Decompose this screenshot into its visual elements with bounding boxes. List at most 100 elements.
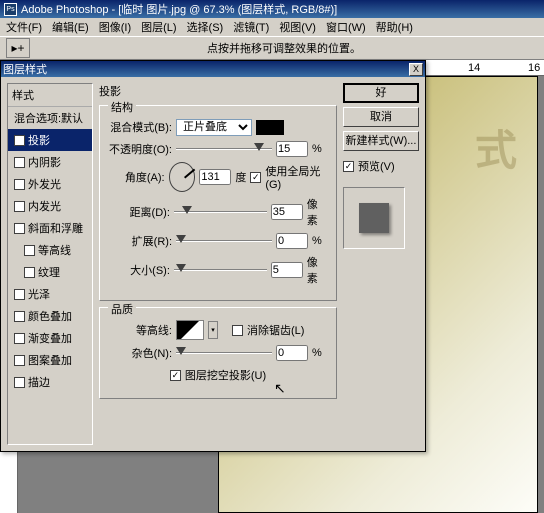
preview-shadow (359, 203, 389, 233)
size-unit: 像素 (307, 254, 328, 286)
global-light-check[interactable]: ✓ (250, 172, 261, 183)
blendmode-label: 混合模式(B): (108, 119, 172, 135)
checkbox[interactable] (14, 333, 25, 344)
ruler-tick: 16 (528, 62, 540, 74)
app-titlebar: Ps Adobe Photoshop - [临时 图片.jpg @ 67.3% … (0, 0, 544, 18)
checkbox[interactable] (14, 377, 25, 388)
angle-dial[interactable] (169, 162, 196, 192)
antialias-label: 消除锯齿(L) (247, 322, 304, 338)
menu-layer[interactable]: 图层(L) (137, 18, 180, 36)
pattern-overlay-item[interactable]: 图案叠加 (8, 349, 92, 371)
menu-window[interactable]: 窗口(W) (322, 18, 370, 36)
spread-unit: % (312, 235, 322, 247)
preview-box (343, 187, 405, 249)
checkbox[interactable] (14, 311, 25, 322)
settings-panel: 投影 结构 混合模式(B): 正片叠底 不透明度(O): % (99, 83, 337, 445)
checkbox[interactable] (24, 245, 35, 256)
knockout-label: 图层挖空投影(U) (185, 367, 266, 383)
menu-edit[interactable]: 编辑(E) (48, 18, 93, 36)
size-label: 大小(S): (108, 262, 170, 278)
menubar: 文件(F) 编辑(E) 图像(I) 图层(L) 选择(S) 滤镜(T) 视图(V… (0, 18, 544, 36)
app-title: Adobe Photoshop - [临时 图片.jpg @ 67.3% (图层… (21, 1, 337, 17)
menu-file[interactable]: 文件(F) (2, 18, 46, 36)
layer-style-dialog: 图层样式 X 样式 混合选项:默认 ✓投影 内阴影 外发光 内发光 斜面和浮雕 … (0, 60, 426, 452)
contour-item[interactable]: 等高线 (8, 239, 92, 261)
drop-shadow-check[interactable]: ✓ (14, 135, 25, 146)
noise-label: 杂色(N): (108, 345, 172, 361)
antialias-check[interactable] (232, 325, 243, 336)
contour-dropdown-icon[interactable]: ▾ (208, 321, 218, 339)
dialog-buttons: 好 取消 新建样式(W)... ✓ 预览(V) (343, 83, 419, 445)
size-input[interactable] (271, 262, 303, 278)
styles-header[interactable]: 样式 (8, 84, 92, 107)
move-tool-icon[interactable]: ▸+ (6, 38, 30, 58)
noise-slider[interactable] (176, 346, 272, 360)
angle-unit: 度 (235, 169, 246, 185)
checkbox[interactable] (14, 201, 25, 212)
checkbox[interactable] (24, 267, 35, 278)
quality-label: 品质 (108, 301, 136, 317)
spread-input[interactable] (276, 233, 308, 249)
checkbox[interactable] (14, 289, 25, 300)
opacity-unit: % (312, 143, 322, 155)
menu-view[interactable]: 视图(V) (275, 18, 320, 36)
spread-slider[interactable] (176, 234, 272, 248)
options-bar: ▸+ 点按并拖移可调整效果的位置。 (0, 36, 544, 60)
gradient-overlay-item[interactable]: 渐变叠加 (8, 327, 92, 349)
contour-swatch[interactable] (176, 320, 204, 340)
inner-shadow-item[interactable]: 内阴影 (8, 151, 92, 173)
texture-item[interactable]: 纹理 (8, 261, 92, 283)
blendmode-select[interactable]: 正片叠底 (176, 119, 252, 136)
distance-input[interactable] (271, 204, 303, 220)
structure-label: 结构 (108, 99, 136, 115)
styles-list: 样式 混合选项:默认 ✓投影 内阴影 外发光 内发光 斜面和浮雕 等高线 纹理 … (7, 83, 93, 445)
checkbox[interactable] (14, 179, 25, 190)
size-slider[interactable] (174, 263, 267, 277)
menu-help[interactable]: 帮助(H) (372, 18, 417, 36)
distance-slider[interactable] (174, 205, 267, 219)
distance-unit: 像素 (307, 196, 328, 228)
checkbox[interactable] (14, 157, 25, 168)
opacity-slider[interactable] (176, 142, 272, 156)
inner-glow-item[interactable]: 内发光 (8, 195, 92, 217)
color-swatch[interactable] (256, 120, 284, 135)
contour-label: 等高线: (108, 322, 172, 338)
canvas-watermark: 式 (475, 117, 517, 178)
menu-filter[interactable]: 滤镜(T) (229, 18, 273, 36)
panel-title: 投影 (99, 83, 337, 99)
checkbox[interactable] (14, 223, 25, 234)
spread-label: 扩展(R): (108, 233, 172, 249)
drop-shadow-item[interactable]: ✓投影 (8, 129, 92, 151)
menu-image[interactable]: 图像(I) (95, 18, 135, 36)
menu-select[interactable]: 选择(S) (183, 18, 228, 36)
ok-button[interactable]: 好 (343, 83, 419, 103)
outer-glow-item[interactable]: 外发光 (8, 173, 92, 195)
angle-input[interactable] (199, 169, 231, 185)
quality-group: 品质 等高线: ▾ 消除锯齿(L) 杂色(N): % (99, 307, 337, 399)
preview-check[interactable]: ✓ (343, 161, 354, 172)
opacity-input[interactable] (276, 141, 308, 157)
structure-group: 结构 混合模式(B): 正片叠底 不透明度(O): % 角度(A): (99, 105, 337, 301)
color-overlay-item[interactable]: 颜色叠加 (8, 305, 92, 327)
noise-unit: % (312, 347, 322, 359)
ruler-tick: 14 (468, 62, 480, 74)
angle-label: 角度(A): (108, 169, 165, 185)
knockout-check[interactable]: ✓ (170, 370, 181, 381)
close-icon[interactable]: X (409, 63, 423, 76)
new-style-button[interactable]: 新建样式(W)... (343, 131, 419, 151)
workspace: 14 16 式 图层样式 X 样式 混合选项:默认 ✓投影 内阴影 外发光 内发… (0, 60, 544, 513)
stroke-item[interactable]: 描边 (8, 371, 92, 393)
blend-options-item[interactable]: 混合选项:默认 (8, 107, 92, 129)
global-light-label: 使用全局光(G) (265, 163, 328, 191)
dialog-titlebar[interactable]: 图层样式 X (1, 61, 425, 77)
options-hint: 点按并拖移可调整效果的位置。 (30, 40, 538, 56)
checkbox[interactable] (14, 355, 25, 366)
preview-label: 预览(V) (358, 158, 395, 174)
satin-item[interactable]: 光泽 (8, 283, 92, 305)
cancel-button[interactable]: 取消 (343, 107, 419, 127)
bevel-item[interactable]: 斜面和浮雕 (8, 217, 92, 239)
opacity-label: 不透明度(O): (108, 141, 172, 157)
distance-label: 距离(D): (108, 204, 170, 220)
noise-input[interactable] (276, 345, 308, 361)
photoshop-icon: Ps (4, 3, 17, 16)
